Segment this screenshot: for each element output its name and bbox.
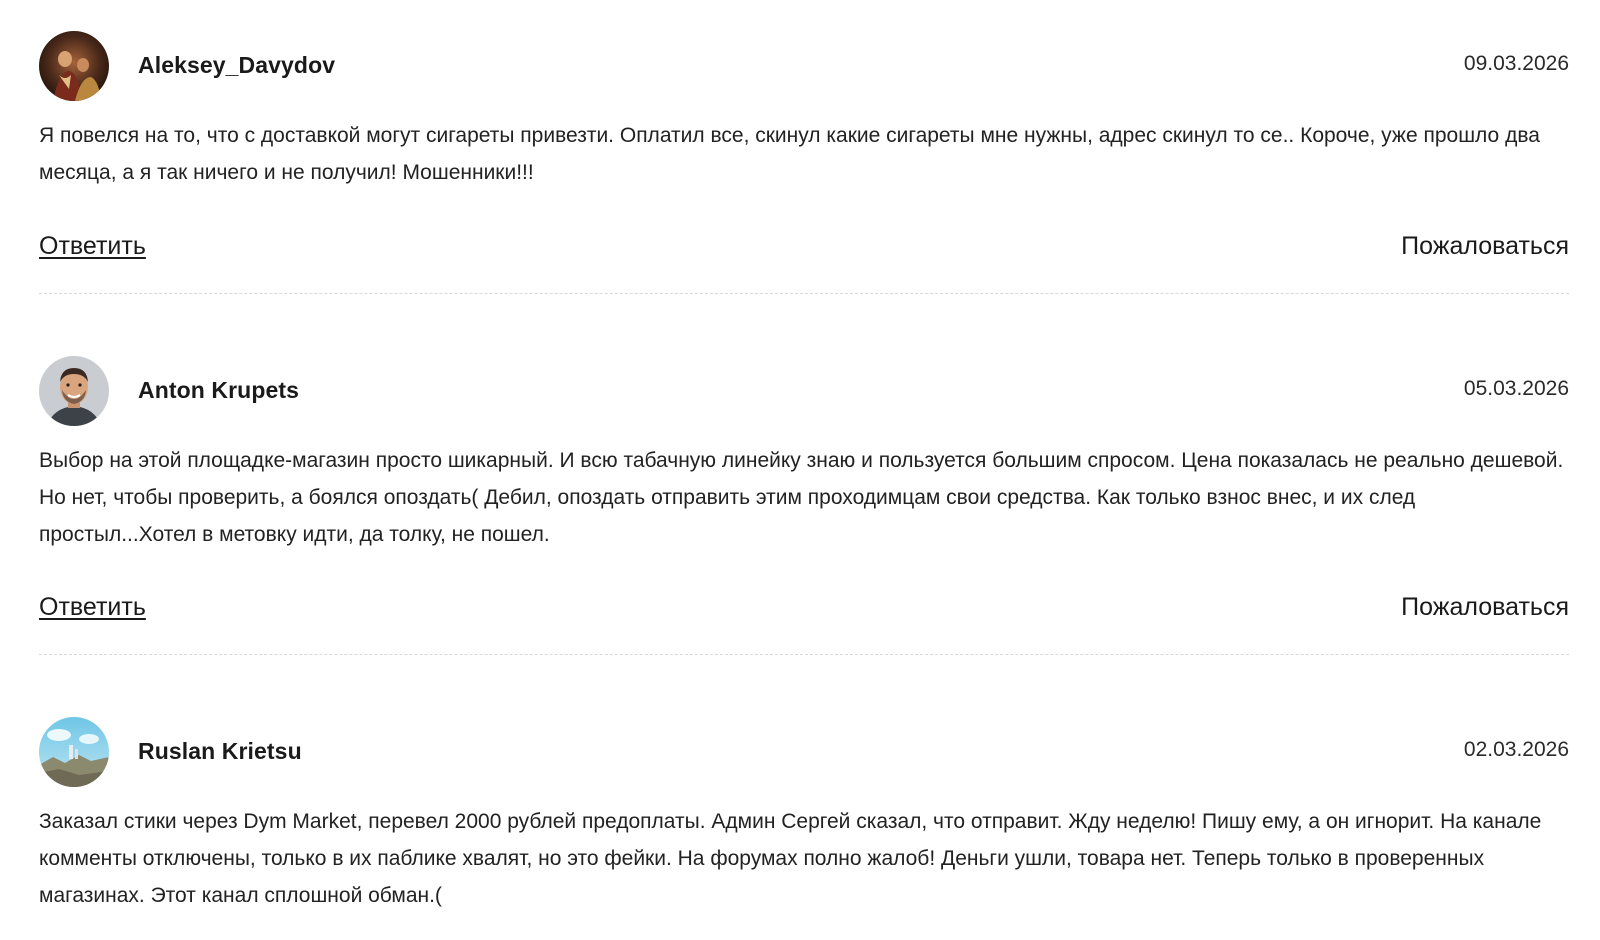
comment-header: Aleksey_Davydov 09.03.2026	[39, 31, 1569, 101]
comment-date: 05.03.2026	[1463, 377, 1569, 400]
report-button[interactable]: Пожаловаться	[1401, 232, 1569, 261]
person-avatar-icon	[39, 356, 109, 426]
comment-item: Ruslan Krietsu 02.03.2026 Заказал стики …	[39, 717, 1569, 907]
comment-item: Aleksey_Davydov 09.03.2026 Я повелся на …	[39, 31, 1569, 294]
reply-button[interactable]: Ответить	[39, 593, 146, 622]
comment-text: Выбор на этой площадке-магазин просто ши…	[39, 449, 1564, 546]
landscape-avatar-icon	[39, 717, 109, 787]
painting-avatar-icon	[39, 31, 109, 101]
comment-text: Я повелся на то, что с доставкой могут с…	[39, 124, 1540, 184]
comment-actions: Ответить Пожаловаться	[39, 232, 1569, 268]
reply-button[interactable]: Ответить	[39, 232, 146, 261]
divider	[39, 654, 1569, 655]
comment-header: Ruslan Krietsu 02.03.2026	[39, 717, 1569, 787]
avatar[interactable]	[39, 31, 109, 101]
comment-text: Заказал стики через Dym Market, перевел …	[39, 810, 1542, 907]
comment-author: Anton Krupets	[138, 377, 300, 403]
avatar[interactable]	[39, 356, 109, 426]
divider	[39, 293, 1569, 294]
report-button[interactable]: Пожаловаться	[1401, 593, 1569, 622]
comment-author: Aleksey_Davydov	[138, 52, 336, 78]
comment-actions: Ответить Пожаловаться	[39, 593, 1569, 629]
comment-item: Anton Krupets 05.03.2026 Выбор на этой п…	[39, 356, 1569, 655]
comment-header: Anton Krupets 05.03.2026	[39, 356, 1569, 426]
comment-date: 09.03.2026	[1463, 52, 1569, 75]
avatar[interactable]	[39, 717, 109, 787]
comment-date: 02.03.2026	[1463, 738, 1569, 761]
comment-author: Ruslan Krietsu	[138, 738, 302, 764]
